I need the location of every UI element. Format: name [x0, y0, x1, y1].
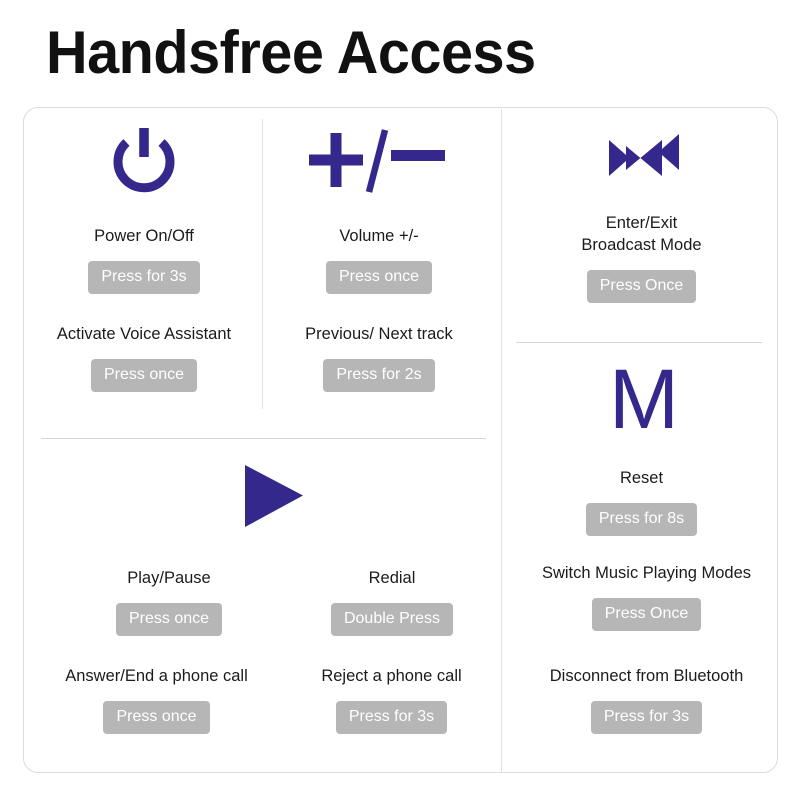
function-broadcast-mode: Enter/Exit Broadcast Mode Press Once: [524, 213, 759, 303]
divider-horizontal-left: [41, 438, 486, 439]
letter-m-icon-wrap: M: [584, 352, 704, 446]
broadcast-mode-icon-wrap: [579, 130, 709, 186]
function-reject-call: Reject a phone call Press for 3s: [274, 666, 509, 734]
press-badge[interactable]: Press once: [103, 700, 210, 734]
function-label: Play/Pause: [127, 569, 211, 587]
function-label: Enter/Exit Broadcast Mode: [581, 214, 702, 254]
power-icon: [107, 126, 181, 200]
function-redial: Redial Double Press: [292, 568, 492, 636]
press-badge[interactable]: Press Once: [586, 269, 697, 303]
function-play-pause: Play/Pause Press once: [69, 568, 269, 636]
function-label: Volume +/-: [339, 227, 419, 245]
play-triangle-icon: [242, 463, 306, 529]
press-badge[interactable]: Press for 8s: [585, 502, 698, 536]
press-badge[interactable]: Double Press: [330, 602, 454, 636]
function-answer-end-call: Answer/End a phone call Press once: [34, 666, 279, 734]
function-label: Disconnect from Bluetooth: [549, 667, 744, 685]
function-label: Activate Voice Assistant: [56, 325, 232, 343]
press-badge[interactable]: Press once: [90, 358, 198, 392]
function-label: Reset: [619, 469, 664, 487]
broadcast-mode-icon: [606, 130, 682, 186]
function-label: Power On/Off: [94, 227, 194, 245]
press-badge[interactable]: Press for 3s: [335, 700, 448, 734]
function-prev-next-track: Previous/ Next track Press for 2s: [264, 324, 494, 392]
function-voice-assistant: Activate Voice Assistant Press once: [24, 324, 264, 392]
function-label: Reject a phone call: [321, 667, 462, 685]
function-label: Previous/ Next track: [305, 325, 453, 343]
volume-plus-minus-icon: [307, 128, 447, 194]
function-power-onoff: Power On/Off Press for 3s: [34, 226, 254, 294]
press-badge[interactable]: Press once: [115, 602, 223, 636]
press-badge[interactable]: Press for 2s: [323, 358, 435, 392]
function-switch-music-modes: Switch Music Playing Modes Press Once: [514, 563, 779, 631]
function-volume: Volume +/- Press once: [274, 226, 484, 294]
press-badge[interactable]: Press Once: [591, 597, 702, 631]
handsfree-access-page: Handsfree Access Power On/Off Press for …: [0, 0, 800, 800]
function-label: Answer/End a phone call: [65, 667, 248, 685]
divider-horizontal-right: [516, 342, 762, 343]
function-label: Redial: [368, 569, 416, 587]
function-label: Switch Music Playing Modes: [541, 564, 752, 582]
volume-plus-minus-icon-wrap: [292, 128, 462, 194]
press-badge[interactable]: Press once: [325, 260, 433, 294]
function-disconnect-bluetooth: Disconnect from Bluetooth Press for 3s: [514, 666, 779, 734]
function-reset: Reset Press for 8s: [534, 468, 749, 536]
letter-m-icon: M: [609, 352, 679, 446]
press-badge[interactable]: Press for 3s: [590, 700, 703, 734]
press-badge[interactable]: Press for 3s: [88, 260, 200, 294]
play-triangle-icon-wrap: [199, 463, 349, 529]
page-title: Handsfree Access: [46, 19, 536, 86]
instructions-card: Power On/Off Press for 3s Activate Voice…: [23, 107, 778, 773]
power-icon-wrap: [69, 126, 219, 200]
